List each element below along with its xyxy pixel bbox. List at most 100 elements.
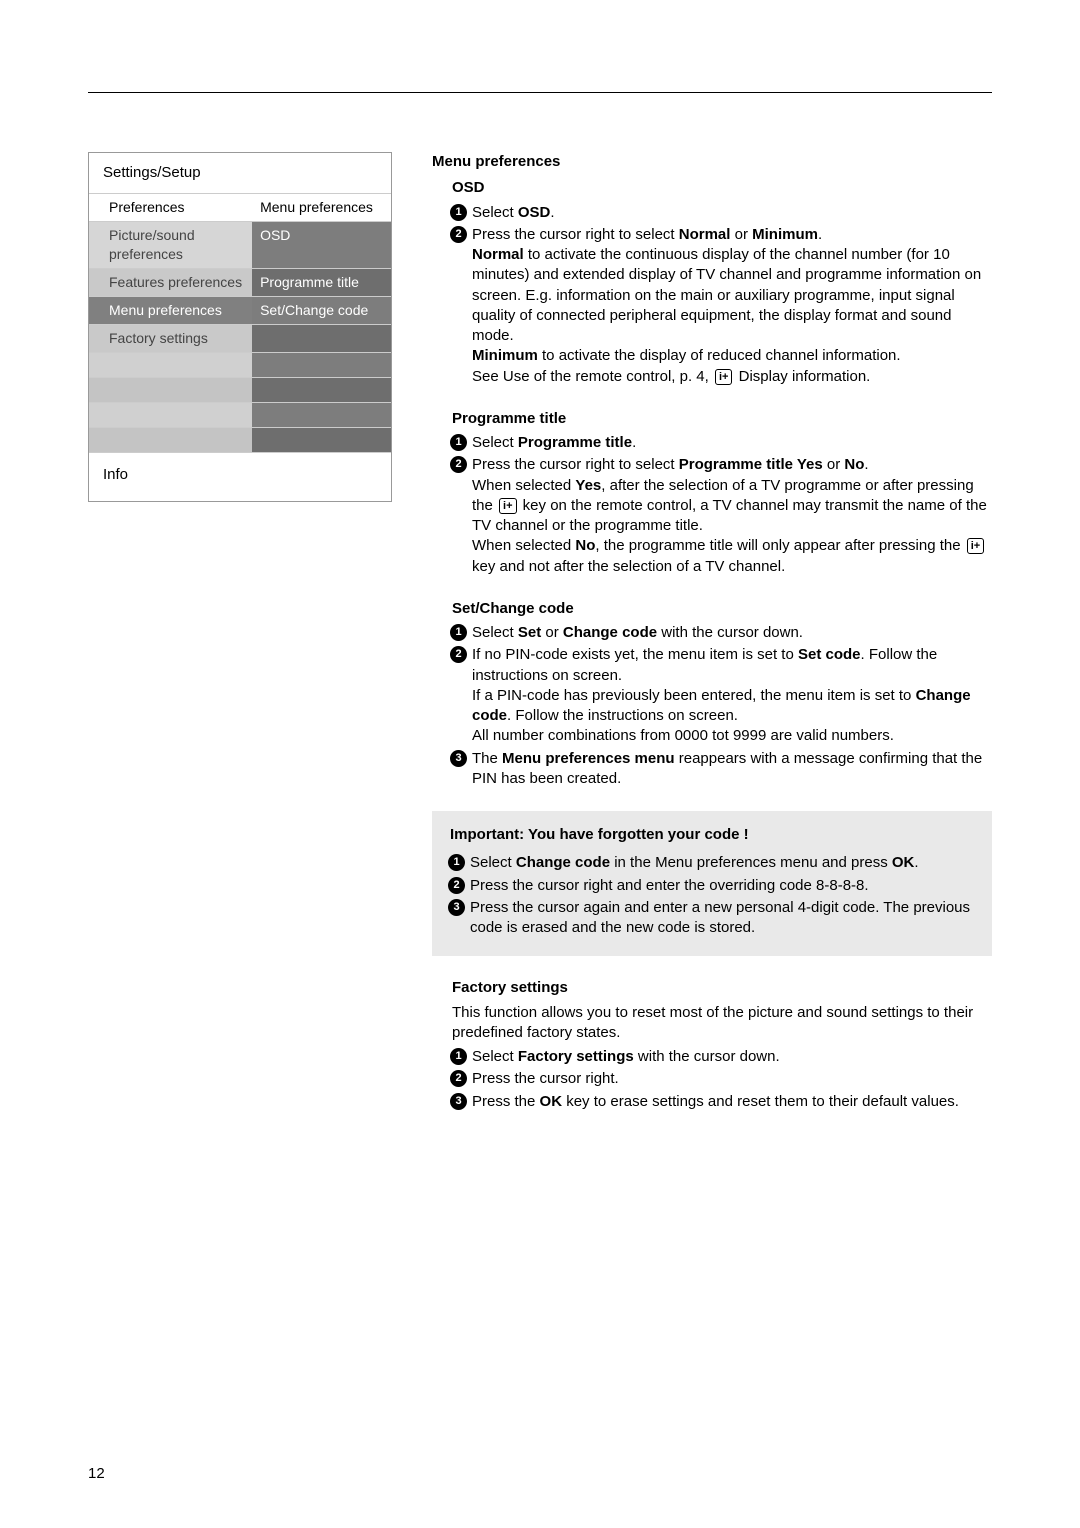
programme-title-block: Programme title 1 Select Programme title… [432, 409, 992, 577]
subheading-programme-title: Programme title [452, 409, 992, 429]
step-para: Normal to activate the continuous displa… [472, 245, 992, 346]
step-para: See Use of the remote control, p. 4, i+ … [472, 367, 992, 387]
step-text: Select [472, 624, 518, 641]
step: 2 Press the cursor right to select Progr… [452, 455, 992, 577]
step-text: Press the cursor again and enter a new p… [470, 899, 970, 936]
step-para: When selected Yes, after the selection o… [472, 476, 992, 537]
para-bold: Yes [575, 477, 601, 494]
para-text: Display information. [734, 368, 870, 385]
menu-row-right: Programme title [252, 269, 391, 296]
info-plus-icon: i+ [499, 498, 516, 514]
step-text: If no PIN-code exists yet, the menu item… [472, 646, 798, 663]
step-number-icon: 3 [450, 1093, 467, 1110]
step-number-icon: 1 [448, 854, 465, 871]
step-text: Select [472, 204, 518, 221]
step-text: with the cursor down. [657, 624, 803, 641]
step-bold: Set [518, 624, 541, 641]
step-bold: Change code [563, 624, 657, 641]
para-text: key and not after the selection of a TV … [472, 558, 785, 575]
step-text: or [823, 456, 845, 473]
step-number-icon: 1 [450, 434, 467, 451]
step-text: with the cursor down. [634, 1048, 780, 1065]
para-text: When selected [472, 537, 575, 554]
subheading-factory: Factory settings [452, 978, 992, 998]
menu-row-left: Menu preferences [89, 297, 252, 324]
step-number-icon: 2 [450, 226, 467, 243]
subheading-osd: OSD [452, 178, 992, 198]
step-text: or [730, 226, 752, 243]
factory-intro: This function allows you to reset most o… [432, 1003, 992, 1044]
step: 1 Select Change code in the Menu prefere… [450, 853, 974, 873]
tv-menu-box: Settings/Setup Preferences Menu preferen… [88, 152, 392, 502]
menu-row-right: OSD [252, 222, 391, 268]
step-text: . [914, 854, 918, 871]
step-text: Press the [472, 1093, 540, 1110]
para-bold: Normal [472, 246, 524, 263]
page-number: 12 [88, 1464, 105, 1484]
info-plus-icon: i+ [967, 538, 984, 554]
osd-steps: 1 Select OSD. 2 Press the cursor right t… [432, 203, 992, 387]
step-text: Press the cursor right. [472, 1070, 619, 1087]
menu-rows: Preferences Menu preferences Picture/sou… [89, 193, 391, 451]
step: 1 Select OSD. [452, 203, 992, 223]
factory-steps: 1 Select Factory settings with the curso… [432, 1047, 992, 1112]
step-bold: Programme title [518, 434, 632, 451]
menu-row-left: Factory settings [89, 325, 252, 352]
para-bold: No [575, 537, 595, 554]
step-text: in the Menu preferences menu and press [610, 854, 892, 871]
two-column-layout: Settings/Setup Preferences Menu preferen… [88, 152, 992, 1134]
step-text: Select [472, 1048, 518, 1065]
step: 1 Select Set or Change code with the cur… [452, 623, 992, 643]
note-steps: 1 Select Change code in the Menu prefere… [450, 853, 974, 938]
para-bold: Minimum [472, 347, 538, 364]
important-note-block: Important: You have forgotten your code … [432, 811, 992, 956]
para-text: See Use of the remote control, p. 4, [472, 368, 713, 385]
step-text: or [541, 624, 563, 641]
menu-row-empty [89, 353, 391, 378]
step-text: Select [470, 854, 516, 871]
step-para: When selected No, the programme title wi… [472, 536, 992, 577]
para-text: to activate the display of reduced chann… [538, 347, 901, 364]
menu-row-left: Picture/sound preferences [89, 222, 252, 268]
step-bold: Programme title Yes [679, 456, 823, 473]
programme-steps: 1 Select Programme title. 2 Press the cu… [432, 433, 992, 577]
step-bold: OSD [518, 204, 551, 221]
step-text: . [818, 226, 822, 243]
step-text: key to erase settings and reset them to … [562, 1093, 959, 1110]
step: 2 If no PIN-code exists yet, the menu it… [452, 645, 992, 746]
step-text: Select [472, 434, 518, 451]
menu-row-right: Set/Change code [252, 297, 391, 324]
menu-row-empty [89, 428, 391, 452]
step-number-icon: 2 [450, 456, 467, 473]
info-plus-icon: i+ [715, 369, 732, 385]
step: 2 Press the cursor right and enter the o… [450, 876, 974, 896]
para-text: . Follow the instructions on screen. [507, 707, 738, 724]
step-bold: OK [540, 1093, 563, 1110]
para-text: If a PIN-code has previously been entere… [472, 687, 916, 704]
step-text: Press the cursor right to select [472, 456, 679, 473]
right-column: Menu preferences OSD 1 Select OSD. 2 Pre… [432, 152, 992, 1134]
step-bold: Minimum [752, 226, 818, 243]
factory-settings-block: Factory settings This function allows yo… [432, 978, 992, 1112]
menu-row: Picture/sound preferences OSD [89, 222, 391, 269]
menu-row-right [252, 325, 391, 352]
left-column: Settings/Setup Preferences Menu preferen… [88, 152, 392, 502]
para-text: to activate the continuous display of th… [472, 246, 981, 344]
step-text: The [472, 750, 502, 767]
step-number-icon: 1 [450, 624, 467, 641]
menu-header-right: Menu preferences [252, 194, 391, 221]
menu-header-left: Preferences [89, 194, 252, 221]
top-rule [88, 92, 992, 93]
step: 1 Select Factory settings with the curso… [452, 1047, 992, 1067]
step-para: If a PIN-code has previously been entere… [472, 686, 992, 727]
osd-block: OSD 1 Select OSD. 2 Press the cursor rig… [432, 178, 992, 387]
step-bold: No [844, 456, 864, 473]
set-change-code-block: Set/Change code 1 Select Set or Change c… [432, 599, 992, 789]
step-bold: Menu preferences menu [502, 750, 675, 767]
note-heading: Important: You have forgotten your code … [450, 825, 974, 845]
para-text: key on the remote control, a TV channel … [472, 497, 987, 534]
para-text: , the programme title will only appear a… [595, 537, 964, 554]
step-number-icon: 2 [450, 1070, 467, 1087]
step: 3 Press the OK key to erase settings and… [452, 1092, 992, 1112]
step-bold: Set code [798, 646, 861, 663]
